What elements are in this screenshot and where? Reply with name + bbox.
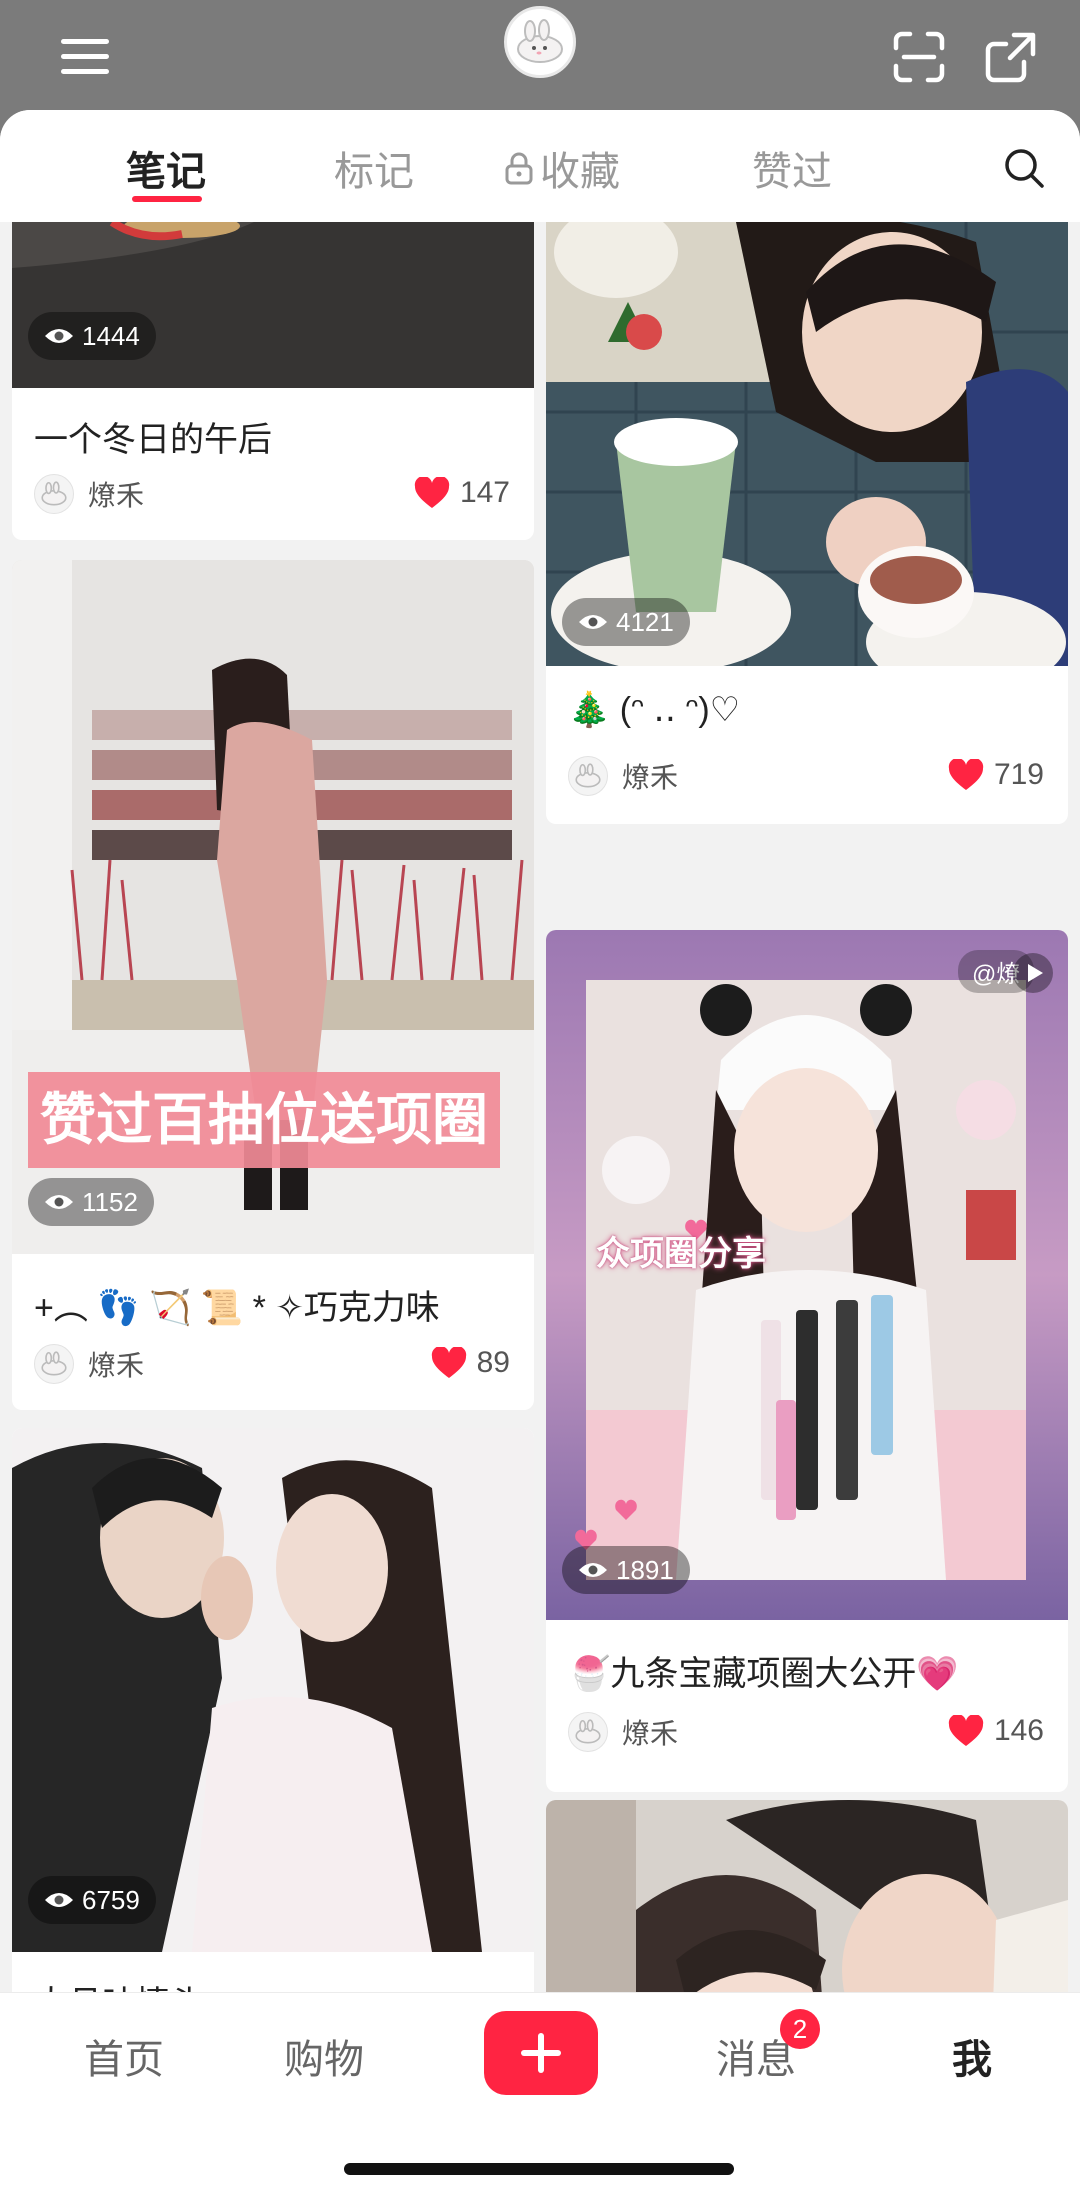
like-count: 89 bbox=[476, 1346, 510, 1379]
nav-shopping[interactable]: 购物 bbox=[264, 2021, 384, 2091]
cover-overlay-text: 赞过百抽位送项圈 bbox=[28, 1072, 500, 1168]
like-button[interactable]: 147 bbox=[414, 476, 510, 510]
author-name: 燎禾 bbox=[622, 762, 679, 793]
note-cover-image: 6759 bbox=[12, 1428, 534, 1952]
author-name: 燎禾 bbox=[88, 1350, 145, 1381]
nav-me-label: 我 bbox=[952, 2038, 992, 2082]
eye-icon bbox=[45, 1195, 73, 1209]
bunny-avatar-icon bbox=[517, 19, 563, 63]
view-count: 4121 bbox=[562, 598, 690, 646]
like-button[interactable]: 89 bbox=[431, 1346, 510, 1380]
tab-liked-label: 赞过 bbox=[752, 150, 832, 194]
search-icon bbox=[1005, 149, 1044, 188]
note-author[interactable]: 燎禾 bbox=[568, 1712, 678, 1752]
tab-marks-label: 标记 bbox=[334, 150, 414, 194]
share-button[interactable] bbox=[966, 12, 1056, 102]
view-count-value: 4121 bbox=[616, 606, 674, 637]
view-count-value: 1444 bbox=[82, 320, 140, 351]
tab-marks[interactable]: 标记 bbox=[334, 140, 414, 196]
note-title: 一个冬日的午后 bbox=[34, 421, 272, 459]
bottom-nav: 首页 购物 消息 2 我 bbox=[0, 1992, 1080, 2192]
menu-button[interactable] bbox=[40, 12, 130, 102]
eye-icon bbox=[579, 1563, 607, 1577]
note-card[interactable]: 1444 一个冬日的午后 燎禾 147 bbox=[12, 222, 534, 540]
note-title: 🎄 (ᵔ ‥ ᵔ)♡ bbox=[568, 691, 741, 729]
tab-liked[interactable]: 赞过 bbox=[752, 140, 832, 196]
view-count: 1891 bbox=[562, 1546, 690, 1594]
like-button[interactable]: 146 bbox=[948, 1714, 1044, 1748]
note-cover-image: 4121 bbox=[546, 222, 1068, 666]
nav-home[interactable]: 首页 bbox=[64, 2021, 184, 2091]
eye-icon bbox=[45, 1893, 73, 1907]
note-card[interactable]: 赞过百抽位送项圈 1152 +︵ 👣 🏹 📜 * ✧巧克力味 燎禾 89 bbox=[12, 560, 534, 1410]
author-avatar bbox=[34, 474, 74, 514]
tab-notes-label: 笔记 bbox=[126, 150, 206, 194]
like-count: 147 bbox=[459, 476, 510, 509]
profile-sheet: 笔记 标记 收藏 赞过 1444 一个冬日的午后 燎禾 147 赞过百抽位送项圈… bbox=[0, 110, 1080, 2192]
note-author[interactable]: 燎禾 bbox=[568, 756, 678, 796]
view-count: 1444 bbox=[28, 312, 156, 360]
note-cover-image: 1444 bbox=[12, 222, 534, 388]
messages-badge: 2 bbox=[780, 2009, 820, 2049]
lock-icon bbox=[505, 152, 533, 185]
active-tab-indicator bbox=[132, 196, 202, 202]
note-author[interactable]: 燎禾 bbox=[34, 1344, 144, 1384]
like-count: 146 bbox=[993, 1714, 1044, 1747]
tab-collections[interactable]: 收藏 bbox=[504, 140, 620, 196]
heart-icon bbox=[948, 759, 984, 790]
view-count-value: 6759 bbox=[82, 1884, 140, 1915]
author-name: 燎禾 bbox=[88, 480, 145, 511]
tab-notes[interactable]: 笔记 bbox=[126, 140, 206, 196]
note-card[interactable]: 4121 🎄 (ᵔ ‥ ᵔ)♡ 燎禾 719 bbox=[546, 222, 1068, 824]
eye-icon bbox=[45, 329, 73, 343]
video-play-icon bbox=[1013, 953, 1053, 993]
notes-feed: 1444 一个冬日的午后 燎禾 147 赞过百抽位送项圈 1152 +︵ 👣 🏹… bbox=[0, 222, 1080, 2102]
author-avatar bbox=[34, 1344, 74, 1384]
scan-button[interactable] bbox=[874, 12, 964, 102]
note-cover-image: 众项圈分享 @燎 1891 bbox=[546, 930, 1068, 1620]
profile-avatar[interactable] bbox=[504, 6, 576, 78]
like-button[interactable]: 719 bbox=[948, 758, 1044, 792]
note-title: +︵ 👣 🏹 📜 * ✧巧克力味 bbox=[34, 1289, 440, 1327]
view-count-value: 1152 bbox=[82, 1186, 138, 1217]
note-author[interactable]: 燎禾 bbox=[34, 474, 144, 514]
note-title: 🍧九条宝藏项圈大公开💗 bbox=[568, 1655, 959, 1693]
home-indicator bbox=[344, 2163, 734, 2175]
note-cover-image: 赞过百抽位送项圈 1152 bbox=[12, 560, 534, 1254]
author-name: 燎禾 bbox=[622, 1718, 679, 1749]
scan-icon bbox=[893, 31, 945, 83]
search-button[interactable] bbox=[992, 136, 1056, 200]
menu-icon bbox=[61, 39, 109, 74]
view-count-value: 1891 bbox=[616, 1554, 674, 1585]
view-count: 1152 bbox=[28, 1178, 154, 1226]
heart-icon bbox=[431, 1347, 466, 1378]
heart-icon bbox=[414, 477, 450, 508]
nav-shopping-label: 购物 bbox=[284, 2038, 364, 2082]
cover-overlay-text: 众项圈分享 bbox=[596, 1235, 766, 1273]
tab-collections-label: 收藏 bbox=[540, 150, 620, 194]
nav-home-label: 首页 bbox=[84, 2038, 164, 2082]
share-icon bbox=[985, 32, 1036, 83]
eye-icon bbox=[579, 615, 607, 629]
content-tabs: 笔记 标记 收藏 赞过 bbox=[0, 110, 1080, 222]
create-note-button[interactable] bbox=[484, 2011, 598, 2095]
like-count: 719 bbox=[993, 758, 1044, 791]
nav-me[interactable]: 我 bbox=[912, 2021, 1032, 2091]
view-count: 6759 bbox=[28, 1876, 156, 1924]
plus-icon bbox=[521, 2033, 561, 2073]
author-avatar bbox=[568, 756, 608, 796]
heart-icon bbox=[948, 1715, 984, 1746]
note-card[interactable]: 众项圈分享 @燎 1891 🍧九条宝藏项圈大公开💗 燎禾 146 bbox=[546, 930, 1068, 1792]
author-avatar bbox=[568, 1712, 608, 1752]
